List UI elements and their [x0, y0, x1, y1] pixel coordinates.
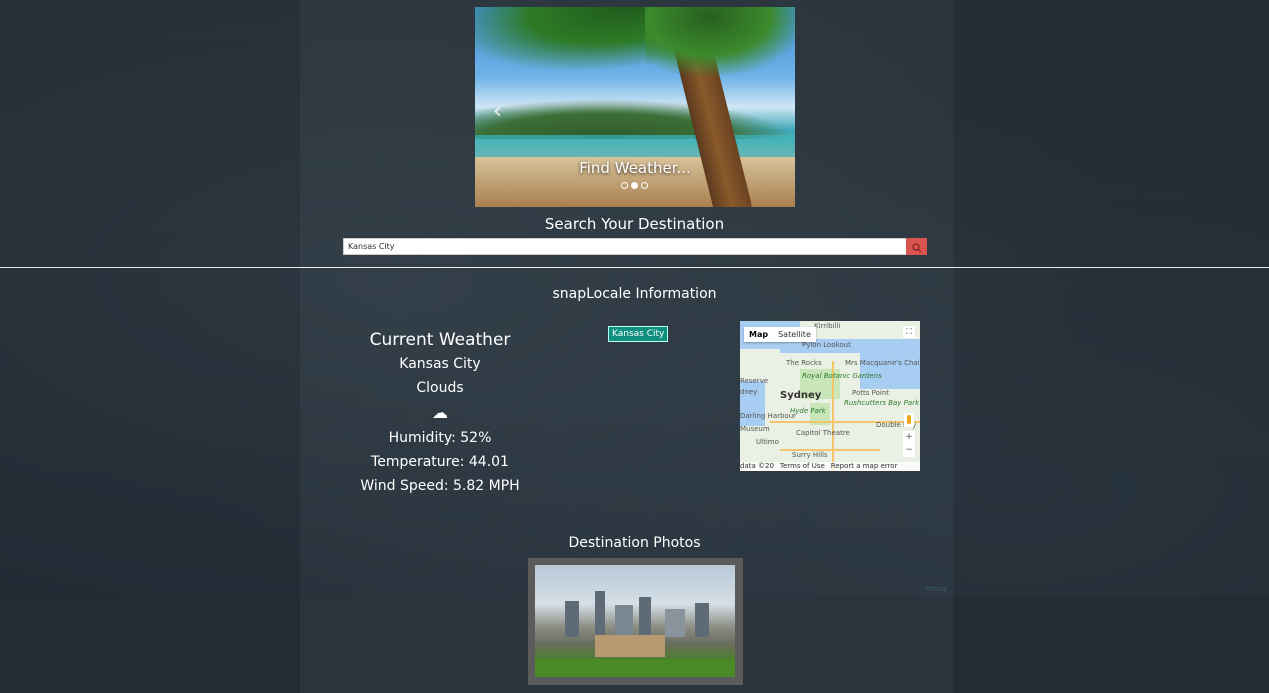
palm-frond-right — [645, 7, 795, 77]
photos-title: Destination Photos — [568, 535, 701, 551]
carousel-hills — [475, 99, 795, 139]
photo-building — [565, 601, 579, 637]
photo-building — [615, 605, 633, 637]
map-label: Potts Point — [852, 389, 889, 397]
weather-title: Current Weather — [369, 330, 511, 350]
map-label: Capitol Theatre — [796, 429, 850, 437]
weather-condition: Clouds — [416, 380, 464, 396]
section-divider — [0, 267, 1269, 268]
carousel-indicators — [621, 182, 648, 189]
map-label: Pylon Lookout — [802, 341, 851, 349]
weather-temperature: Temperature: 44.01 — [371, 454, 509, 470]
map-label: Museum — [740, 425, 770, 433]
search-bar — [343, 238, 927, 255]
map-type-satellite[interactable]: Satellite — [773, 327, 816, 342]
photo-frame — [528, 558, 743, 685]
map-terms-link[interactable]: Terms of Use — [780, 462, 825, 470]
cloud-icon: ☁ — [432, 403, 448, 422]
map-label: Ultimo — [756, 438, 779, 446]
zoom-out-icon[interactable]: − — [903, 444, 915, 457]
photo-building — [639, 597, 651, 637]
weather-wind-speed: Wind Speed: 5.82 MPH — [360, 478, 520, 494]
map-report-link[interactable]: Report a map error — [831, 462, 898, 470]
carousel-dot-active[interactable] — [631, 182, 638, 189]
city-badge[interactable]: Kansas City — [608, 326, 669, 342]
weather-city: Kansas City — [399, 356, 481, 372]
map-widget[interactable]: Kirribilli Pylon Lookout The Rocks Mrs M… — [740, 321, 920, 471]
photo-building — [595, 591, 605, 637]
map-label: Mrs Macquarie's Chair — [845, 359, 920, 367]
search-button[interactable] — [906, 238, 927, 255]
info-title: snapLocale Information — [552, 286, 717, 302]
photo-building — [665, 609, 685, 637]
carousel-caption: Find Weather... — [579, 159, 691, 177]
map-label-city: Sydney — [780, 390, 822, 401]
map-label: Surry Hills — [792, 451, 828, 459]
search-title: Search Your Destination — [544, 215, 725, 233]
map-water — [860, 349, 920, 389]
street-view-pegman-icon[interactable] — [904, 413, 914, 427]
carousel-dot[interactable] — [621, 182, 628, 189]
fullscreen-icon[interactable]: ⛶ — [903, 326, 915, 338]
footer-link[interactable]: Imvoy — [926, 585, 947, 593]
map-type-control: Map Satellite — [744, 327, 816, 342]
map-zoom-control: + − — [903, 431, 915, 457]
destination-photo[interactable] — [535, 565, 735, 677]
search-input[interactable] — [343, 238, 909, 255]
map-label: dney — [740, 388, 758, 396]
map-label: Rushcutters Bay Park — [844, 399, 920, 407]
map-label: Reserve — [740, 377, 769, 385]
current-weather-panel: Current Weather Kansas City Clouds ☁ Hum… — [340, 330, 540, 502]
map-label: Royal Botanic Gardens — [802, 372, 882, 380]
photo-lawn — [535, 659, 735, 677]
map-label: Darling Harbour — [740, 412, 797, 420]
search-icon — [911, 243, 921, 253]
weather-humidity: Humidity: 52% — [388, 430, 492, 446]
map-label: Hyde Park — [790, 407, 826, 415]
map-label: The Rocks — [786, 359, 822, 367]
photo-station — [595, 635, 665, 657]
zoom-in-icon[interactable]: + — [903, 431, 915, 444]
carousel-dot[interactable] — [641, 182, 648, 189]
map-label: Kirribilli — [814, 322, 841, 330]
photo-building — [695, 603, 709, 637]
map-footer: data ©20 Terms of Use Report a map error — [740, 462, 920, 471]
carousel-prev-icon[interactable]: ‹ — [493, 99, 502, 124]
map-data-attribution: data ©20 — [740, 462, 774, 470]
map-type-map[interactable]: Map — [744, 327, 773, 342]
hero-carousel: ‹ Find Weather... — [475, 7, 795, 207]
